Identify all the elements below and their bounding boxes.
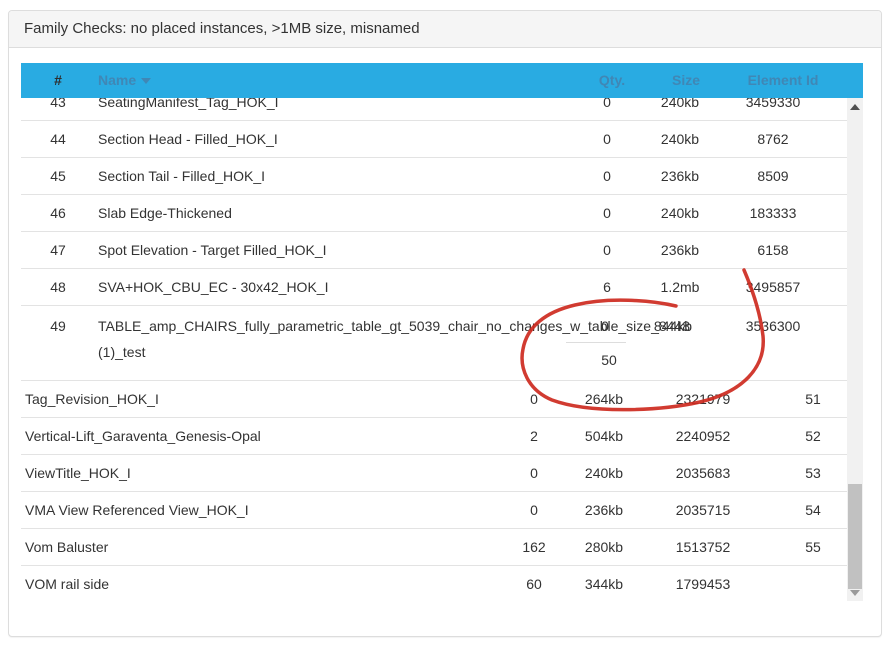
row-qty: 0	[567, 195, 647, 231]
table-row-shifted: Tag_Revision_HOK_I 0 264kb 2321979 51	[21, 381, 847, 418]
table-scroll-area[interactable]: 43 SeatingManifest_Tag_HOK_I 0 240kb 345…	[21, 98, 847, 601]
row-size: 264kb	[564, 381, 644, 417]
triangle-down-icon	[850, 590, 860, 596]
row-qty: 0	[494, 381, 574, 417]
row-size: 280kb	[564, 529, 644, 565]
table-row-shifted: ViewTitle_HOK_I 0 240kb 2035683 53	[21, 455, 847, 492]
row-number: 55	[773, 529, 847, 565]
row-size: 236kb	[640, 232, 720, 268]
row-number: 51	[773, 381, 847, 417]
row-50-number: 50	[569, 350, 649, 370]
row-size: 240kb	[564, 455, 644, 491]
table-row-shifted: Vertical-Lift_Garaventa_Genesis-Opal 2 5…	[21, 418, 847, 455]
row-name-line2: (1)_test	[98, 342, 145, 362]
row-qty: 60	[494, 566, 574, 601]
row-qty: 6	[567, 269, 647, 305]
row-size: 504kb	[564, 418, 644, 454]
row-element-id: 183333	[713, 195, 833, 231]
table-row-shifted: Vom Baluster 162 280kb 1513752 55	[21, 529, 847, 566]
row-element-id: 3495857	[713, 269, 833, 305]
row-name: SeatingManifest_Tag_HOK_I	[98, 98, 279, 120]
row-name: Vertical-Lift_Garaventa_Genesis-Opal	[25, 418, 261, 454]
row-element-id: 2035683	[643, 455, 763, 491]
sort-descending-icon	[141, 78, 151, 84]
row-element-id: 6158	[713, 232, 833, 268]
row-50-divider	[566, 342, 626, 343]
table-row: 44 Section Head - Filled_HOK_I 0 240kb 8…	[21, 121, 847, 158]
row-name: SVA+HOK_CBU_EC - 30x42_HOK_I	[98, 269, 328, 305]
column-header-name-label: Name	[98, 72, 136, 88]
row-qty: 2	[494, 418, 574, 454]
column-header-qty[interactable]: Qty.	[572, 63, 652, 98]
row-element-id: 1799453	[643, 566, 763, 601]
row-qty: 0	[567, 232, 647, 268]
row-element-id: 3536300	[713, 316, 833, 336]
row-number: 52	[773, 418, 847, 454]
scroll-down-button[interactable]	[847, 584, 863, 601]
row-qty: 162	[494, 529, 574, 565]
table-row-shifted: VMA View Referenced View_HOK_I 0 236kb 2…	[21, 492, 847, 529]
row-size-overlapping: 844kb	[633, 316, 713, 336]
row-element-id: 1513752	[643, 529, 763, 565]
row-number: 45	[28, 158, 88, 194]
column-header-size[interactable]: Size	[646, 63, 726, 98]
row-number: 43	[28, 98, 88, 120]
row-name: Section Head - Filled_HOK_I	[98, 121, 278, 157]
row-size: 240kb	[640, 121, 720, 157]
family-checks-panel: Family Checks: no placed instances, >1MB…	[8, 10, 882, 637]
row-number: 48	[28, 269, 88, 305]
table-row: 48 SVA+HOK_CBU_EC - 30x42_HOK_I 6 1.2mb …	[21, 269, 847, 306]
row-size: 236kb	[564, 492, 644, 528]
vertical-scrollbar[interactable]	[847, 98, 863, 601]
table-row: 43 SeatingManifest_Tag_HOK_I 0 240kb 345…	[21, 98, 847, 121]
row-size: 236kb	[640, 158, 720, 194]
row-element-id: 8762	[713, 121, 833, 157]
row-element-id: 3459330	[713, 98, 833, 120]
row-size: 1.2mb	[640, 269, 720, 305]
row-number	[773, 566, 847, 601]
row-name: Vom Baluster	[25, 529, 108, 565]
panel-title: Family Checks: no placed instances, >1MB…	[24, 20, 420, 37]
triangle-up-icon	[850, 104, 860, 110]
column-header-element-id[interactable]: Element Id	[718, 63, 848, 98]
row-number: 54	[773, 492, 847, 528]
table-row: 46 Slab Edge-Thickened 0 240kb 183333	[21, 195, 847, 232]
row-size: 240kb	[640, 195, 720, 231]
row-qty: 0	[567, 158, 647, 194]
row-element-id: 8509	[713, 158, 833, 194]
row-number: 53	[773, 455, 847, 491]
table-row-shifted: VOM rail side 60 344kb 1799453	[21, 566, 847, 601]
column-header-number[interactable]: #	[28, 63, 88, 98]
row-name: Spot Elevation - Target Filled_HOK_I	[98, 232, 327, 268]
row-qty: 0	[494, 455, 574, 491]
row-size: 240kb	[640, 98, 720, 120]
row-element-id: 2321979	[643, 381, 763, 417]
row-name: VMA View Referenced View_HOK_I	[25, 492, 249, 528]
table-header: # Name Qty. Size Element Id	[21, 63, 863, 98]
row-element-id: 2035715	[643, 492, 763, 528]
row-name: Section Tail - Filled_HOK_I	[98, 158, 265, 194]
row-element-id: 2240952	[643, 418, 763, 454]
table-row: 47 Spot Elevation - Target Filled_HOK_I …	[21, 232, 847, 269]
row-number: 44	[28, 121, 88, 157]
column-header-name[interactable]: Name	[98, 63, 298, 98]
row-name: VOM rail side	[25, 566, 109, 601]
table-row: 45 Section Tail - Filled_HOK_I 0 236kb 8…	[21, 158, 847, 195]
table-row-49-broken: 49 TABLE_amp_CHAIRS_fully_parametric_tab…	[21, 306, 847, 381]
scrollbar-thumb[interactable]	[848, 484, 862, 589]
row-size: 344kb	[564, 566, 644, 601]
row-number: 47	[28, 232, 88, 268]
row-number: 46	[28, 195, 88, 231]
row-name: Tag_Revision_HOK_I	[25, 381, 159, 417]
row-name: Slab Edge-Thickened	[98, 195, 232, 231]
row-qty: 0	[567, 121, 647, 157]
row-qty: 0	[567, 98, 647, 120]
panel-heading: Family Checks: no placed instances, >1MB…	[9, 11, 881, 48]
row-qty: 0	[494, 492, 574, 528]
row-number: 49	[28, 316, 88, 336]
scroll-up-button[interactable]	[847, 98, 863, 115]
row-name: ViewTitle_HOK_I	[25, 455, 131, 491]
